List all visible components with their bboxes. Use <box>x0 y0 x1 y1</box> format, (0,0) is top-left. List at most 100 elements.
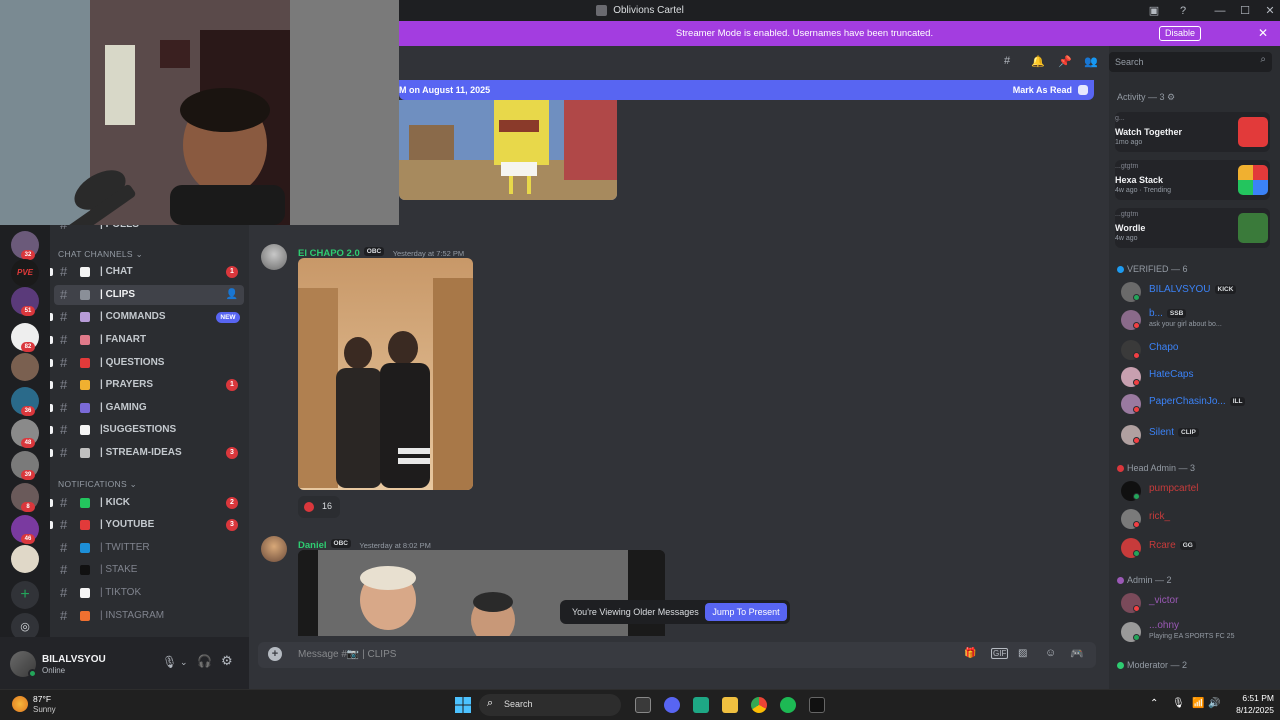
weather-temp[interactable]: 87°F <box>33 694 51 704</box>
volume-icon[interactable]: 🔊 <box>1208 698 1220 709</box>
chevron-up-icon[interactable]: ⌃ <box>1150 698 1158 709</box>
pin-icon[interactable]: 📌 <box>1058 55 1072 68</box>
reaction[interactable]: 16 <box>298 496 340 518</box>
channel-label: | TIKTOK <box>100 587 142 598</box>
message-image[interactable] <box>298 258 473 490</box>
activity-user: g... <box>1115 115 1125 122</box>
photo-image <box>298 258 473 490</box>
member-tag: ILL <box>1229 396 1246 406</box>
channel-item[interactable]: # | INSTAGRAM <box>54 606 244 626</box>
activity-card[interactable]: g... Watch Together 1mo ago <box>1115 112 1270 152</box>
channel-item[interactable]: # | STAKE <box>54 560 244 580</box>
new-messages-bar[interactable]: M on August 11, 2025 Mark As Read <box>399 80 1094 100</box>
spotify-icon[interactable] <box>780 697 796 713</box>
threads-icon[interactable]: # <box>1004 55 1010 67</box>
app-taskbar-icon[interactable] <box>693 697 709 713</box>
avatar[interactable] <box>261 244 287 270</box>
server-icon[interactable] <box>11 545 39 573</box>
clock-date[interactable]: 8/12/2025 <box>1228 705 1274 715</box>
add-user-icon[interactable]: 👤 <box>226 285 238 305</box>
taskbar-search[interactable]: ⌕ Search <box>479 694 621 716</box>
chevron-down-icon[interactable]: ⌄ <box>180 657 188 668</box>
activity-card[interactable]: ...gtgtm Hexa Stack 4w ago · Trending <box>1115 160 1270 200</box>
file-explorer-icon[interactable] <box>722 697 738 713</box>
inbox-icon[interactable]: ▣ <box>1146 3 1162 19</box>
add-attachment-icon[interactable]: + <box>268 647 282 661</box>
member-item[interactable]: HateCaps <box>1115 365 1273 389</box>
jump-to-present-button[interactable]: Jump To Present <box>705 603 787 621</box>
server-icon[interactable]: PVE <box>11 259 39 287</box>
windows-start-icon[interactable] <box>455 697 471 713</box>
new-badge: NEW <box>216 312 240 323</box>
message-image[interactable] <box>399 100 617 200</box>
channel-item[interactable]: # | FANART <box>50 330 244 350</box>
member-item[interactable]: PaperChasinJo... ILL <box>1115 392 1273 416</box>
app-taskbar-icon[interactable] <box>809 697 825 713</box>
sticker-icon[interactable]: ▨ <box>1018 648 1027 659</box>
clock-time[interactable]: 6:51 PM <box>1228 693 1274 703</box>
member-item[interactable]: Chapo <box>1115 338 1273 362</box>
member-item[interactable]: rick_ <box>1115 507 1273 531</box>
reaction-emoji-icon <box>304 502 314 512</box>
add-server-icon[interactable]: + <box>11 581 39 609</box>
channel-emoji-icon <box>80 498 90 508</box>
mark-as-read-button[interactable]: Mark As Read <box>1013 80 1072 100</box>
channel-item[interactable]: # | YOUTUBE 3 <box>50 515 244 535</box>
channel-item[interactable]: # | QUESTIONS <box>50 353 244 373</box>
server-icon[interactable] <box>11 353 39 381</box>
message-input[interactable]: Message #📷 | CLIPS <box>298 642 396 668</box>
channel-item[interactable]: # |SUGGESTIONS <box>50 420 244 440</box>
member-item[interactable]: Silent CLIP <box>1115 423 1273 447</box>
mark-read-icon[interactable] <box>1078 85 1088 95</box>
help-icon[interactable]: ? <box>1175 3 1191 19</box>
role-icon <box>1117 577 1124 585</box>
gear-icon[interactable]: ⚙ <box>221 653 233 669</box>
member-item[interactable]: b... SSB ask your girl about bo... <box>1115 308 1273 332</box>
channel-item[interactable]: # | TIKTOK <box>54 583 244 603</box>
channel-category[interactable]: NOTIFICATIONS ⌄ <box>58 479 137 490</box>
apps-icon[interactable]: 🎮 <box>1070 647 1084 660</box>
message-composer[interactable]: + Message #📷 | CLIPS 🎁 GIF ▨ ☺ 🎮 <box>258 642 1096 668</box>
member-list-icon[interactable]: 👥 <box>1084 55 1098 68</box>
discord-taskbar-icon[interactable] <box>664 697 680 713</box>
channel-item[interactable]: # | COMMANDS NEW <box>50 307 244 327</box>
close-window-icon[interactable]: ✕ <box>1262 3 1278 19</box>
gift-icon[interactable]: 🎁 <box>964 648 976 659</box>
microphone-icon[interactable]: 🎙 <box>162 655 177 669</box>
microphone-icon[interactable]: 🎙 <box>1172 698 1185 709</box>
wifi-icon[interactable]: 📶 <box>1192 698 1204 709</box>
server-icon <box>596 4 608 16</box>
member-item[interactable]: Rcare GG <box>1115 536 1273 560</box>
channel-item[interactable]: # | KICK 2 <box>50 493 244 513</box>
hash-icon: # <box>60 332 68 347</box>
channel-item[interactable]: # | TWITTER <box>54 538 244 558</box>
channel-item[interactable]: # | CHAT 1 <box>50 262 244 282</box>
member-item[interactable]: BILALVSYOU KICK <box>1115 280 1273 304</box>
member-item[interactable]: pumpcartel <box>1115 479 1273 503</box>
headphones-icon[interactable]: 🎧 <box>197 654 212 668</box>
disable-streamer-mode-button[interactable]: Disable <box>1159 26 1201 41</box>
member-item[interactable]: ...ohny Playing EA SPORTS FC 25 <box>1115 620 1273 644</box>
channel-item[interactable]: # | STREAM-IDEAS 3 <box>50 443 244 463</box>
member-item[interactable]: _victor <box>1115 591 1273 615</box>
channel-item[interactable]: # | CLIPS 👤 <box>54 285 244 305</box>
emoji-icon[interactable]: ☺ <box>1045 647 1056 659</box>
channel-item[interactable]: # | PRAYERS 1 <box>50 375 244 395</box>
activity-card[interactable]: ...gtgtm Wordle 4w ago <box>1115 208 1270 248</box>
maximize-icon[interactable]: ☐ <box>1237 3 1253 19</box>
avatar[interactable] <box>261 536 287 562</box>
close-icon[interactable]: ✕ <box>1256 21 1270 46</box>
user-panel: BILALVSYOU Online 🎙 ⌄ 🎧 ⚙ <box>0 637 249 689</box>
minimize-icon[interactable]: — <box>1212 3 1228 19</box>
gif-icon[interactable]: GIF <box>991 648 1009 659</box>
role-icon <box>1117 662 1124 670</box>
channel-item[interactable]: # | GAMING <box>50 398 244 418</box>
search-input[interactable]: Search ⌕ <box>1109 52 1272 72</box>
task-view-icon[interactable] <box>635 697 651 713</box>
channel-category[interactable]: CHAT CHANNELS ⌄ <box>58 249 143 260</box>
channel-emoji-icon <box>80 380 90 390</box>
hash-icon: # <box>60 400 68 415</box>
bell-icon[interactable]: 🔔 <box>1031 55 1045 68</box>
chrome-icon[interactable] <box>751 697 767 713</box>
channel-label: | COMMANDS <box>100 311 166 322</box>
